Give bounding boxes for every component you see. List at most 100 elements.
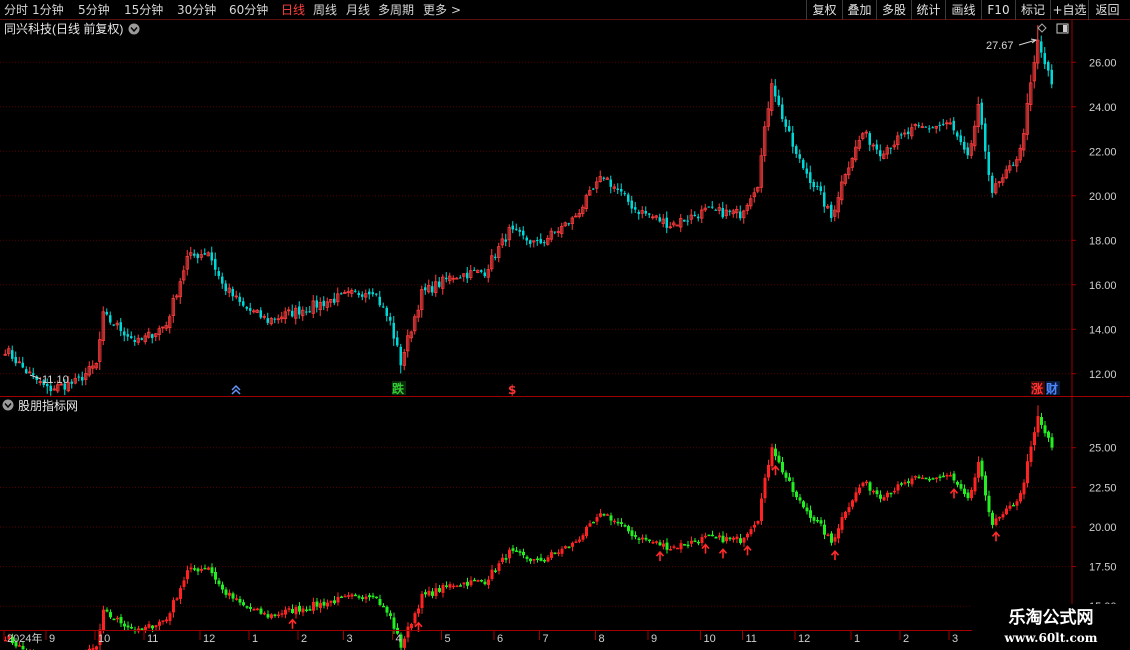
sub-bar-body[interactable] (963, 488, 966, 495)
sub-bar-body[interactable] (287, 608, 291, 610)
tab-multi-period[interactable]: 多周期 (378, 0, 414, 20)
fall-marker[interactable]: 跌 (392, 381, 405, 396)
sub-bar-body[interactable] (245, 606, 249, 608)
f10-button[interactable]: F10 (981, 0, 1015, 20)
candle-body[interactable] (399, 346, 403, 366)
sub-bar-body[interactable] (1047, 431, 1050, 438)
candle-body[interactable] (812, 181, 816, 188)
candle-body[interactable] (105, 311, 109, 315)
sub-bar-body[interactable] (756, 520, 760, 524)
sub-bar-body[interactable] (644, 537, 648, 540)
candle-body[interactable] (203, 253, 207, 255)
candle-body[interactable] (291, 310, 294, 317)
sub-bar-body[interactable] (795, 491, 798, 498)
sub-bar-body[interactable] (704, 535, 707, 538)
candle-body[interactable] (210, 252, 214, 261)
sub-bar-body[interactable] (872, 490, 875, 493)
candle-body[interactable] (686, 220, 690, 222)
candle-body[interactable] (522, 230, 525, 236)
sub-bar-body[interactable] (1015, 501, 1019, 506)
sub-bar-body[interactable] (882, 497, 886, 501)
finance-marker[interactable]: 财 (1045, 381, 1058, 396)
sub-bar-body[interactable] (984, 475, 987, 496)
candle-body[interactable] (616, 188, 620, 190)
candle-body[interactable] (795, 146, 798, 154)
candle-body[interactable] (480, 270, 483, 272)
sub-bar-body[interactable] (1036, 416, 1040, 433)
main-title-dropdown-icon[interactable] (128, 23, 140, 35)
sub-bar-body[interactable] (1022, 482, 1026, 495)
sub-bar-body[interactable] (473, 579, 476, 582)
sub-bar-body[interactable] (585, 526, 588, 537)
sub-bar-body[interactable] (840, 517, 844, 530)
sub-bar-body[interactable] (770, 447, 774, 467)
sub-bar-body[interactable] (861, 482, 865, 487)
sub-bar-body[interactable] (1033, 432, 1036, 446)
sub-bar-body[interactable] (256, 608, 259, 611)
candle-body[interactable] (11, 350, 14, 359)
candle-body[interactable] (963, 141, 966, 150)
sub-bar-body[interactable] (1029, 446, 1033, 463)
fuquan-button[interactable]: 复权 (806, 0, 842, 20)
sub-bar-body[interactable] (116, 617, 119, 620)
sub-bar-body[interactable] (858, 487, 861, 494)
sub-bar-body[interactable] (301, 608, 305, 613)
candle-body[interactable] (648, 213, 651, 215)
candle-body[interactable] (371, 292, 375, 295)
sub-bar-body[interactable] (161, 620, 165, 622)
sub-bar-body[interactable] (567, 546, 571, 549)
candle-body[interactable] (966, 147, 970, 156)
sub-bar-body[interactable] (791, 482, 795, 493)
sub-bar-body[interactable] (189, 567, 193, 570)
sub-bar-body[interactable] (767, 464, 770, 478)
sub-bar-body[interactable] (406, 626, 410, 638)
sub-bar-body[interactable] (641, 537, 644, 540)
candle-body[interactable] (714, 209, 718, 211)
sub-bar-body[interactable] (340, 596, 343, 598)
candle-body[interactable] (305, 311, 308, 313)
sub-bar-body[interactable] (746, 533, 749, 538)
sub-bar-body[interactable] (910, 478, 914, 485)
sub-bar-body[interactable] (679, 543, 683, 550)
candle-body[interactable] (707, 206, 711, 208)
sub-bar-body[interactable] (886, 492, 889, 498)
sub-bar-body[interactable] (798, 497, 802, 501)
sub-bar-body[interactable] (448, 584, 452, 588)
sub-bar-body[interactable] (977, 461, 980, 478)
candle-body[interactable] (644, 211, 648, 214)
candle-body[interactable] (221, 276, 224, 284)
sub-bar-body[interactable] (357, 596, 361, 598)
sub-bar-body[interactable] (172, 600, 175, 613)
candle-body[interactable] (238, 296, 242, 302)
sub-bar-body[interactable] (991, 512, 994, 525)
sub-bar-body[interactable] (424, 592, 427, 595)
mark-button[interactable]: 标记 (1015, 0, 1050, 20)
sub-bar-body[interactable] (165, 619, 168, 622)
candle-body[interactable] (879, 150, 882, 157)
sub-bar-body[interactable] (613, 520, 616, 523)
sub-bar-body[interactable] (672, 546, 676, 548)
candle-body[interactable] (791, 132, 795, 147)
candle-body[interactable] (273, 318, 277, 320)
candle-body[interactable] (987, 151, 991, 175)
sub-bar-body[interactable] (511, 548, 515, 551)
candle-body[interactable] (602, 177, 606, 179)
sub-bar-body[interactable] (819, 520, 823, 524)
sub-bar-body[interactable] (557, 552, 560, 554)
sub-bar-body[interactable] (1019, 493, 1022, 502)
sub-bar-body[interactable] (837, 528, 840, 539)
candle-body[interactable] (438, 281, 441, 287)
sub-bar-body[interactable] (249, 607, 252, 609)
candle-body[interactable] (126, 334, 130, 337)
sub-bar-body[interactable] (826, 534, 830, 537)
sub-bar-body[interactable] (532, 559, 536, 561)
sub-bar-body[interactable] (970, 489, 973, 499)
sub-bar-body[interactable] (574, 541, 578, 543)
sub-bar-body[interactable] (914, 476, 917, 478)
sub-bar-body[interactable] (928, 478, 931, 481)
candle-body[interactable] (907, 131, 910, 135)
sub-bar-body[interactable] (158, 621, 161, 626)
sub-bar-body[interactable] (200, 568, 203, 571)
sub-bar-body[interactable] (942, 475, 945, 478)
sub-bar-body[interactable] (889, 492, 893, 495)
